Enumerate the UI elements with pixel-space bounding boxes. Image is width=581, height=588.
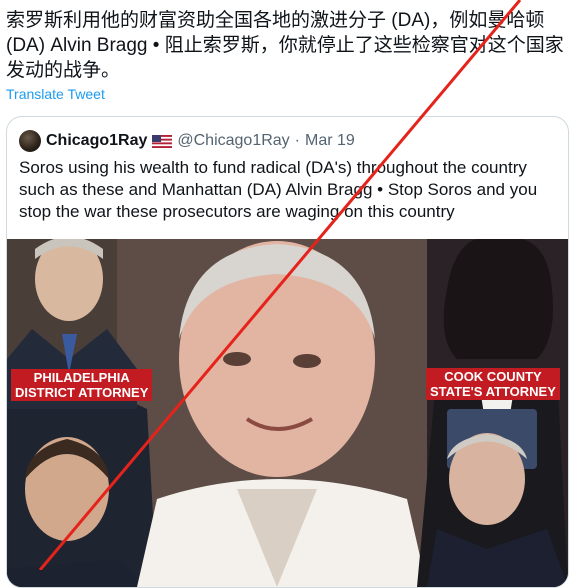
label-philadelphia-district-attorney: PHILADELPHIA DISTRICT ATTORNEY [11,369,153,401]
quoted-tweet-card[interactable]: Chicago1Ray @Chicago1Ray · Mar 19 Soros … [6,116,569,588]
us-flag-icon [152,134,173,148]
label-line: DISTRICT ATTORNEY [15,385,149,400]
tweet-image[interactable]: PHILADELPHIA DISTRICT ATTORNEY COOK COUN… [7,239,568,587]
image-collage [7,239,568,587]
profile-avatar[interactable] [19,130,41,152]
separator-dot: · [294,132,300,149]
label-line: PHILADELPHIA [33,370,130,385]
label-line: STATE'S ATTORNEY [430,384,556,399]
quoted-tweet-header: Chicago1Ray @Chicago1Ray · Mar 19 [19,129,355,153]
translate-tweet-link[interactable]: Translate Tweet [6,86,105,102]
author-handle[interactable]: @Chicago1Ray [177,132,289,150]
tweet-text: 索罗斯利用他的财富资助全国各地的激进分子 (DA)，例如曼哈顿 (DA) Alv… [6,10,564,81]
author-name[interactable]: Chicago1Ray [46,132,147,150]
label-cook-county-states-attorney: COOK COUNTY STATE'S ATTORNEY [426,368,560,400]
label-line: COOK COUNTY [444,369,542,384]
tweet-date[interactable]: Mar 19 [305,132,355,150]
quoted-tweet-text: Soros using his wealth to fund radical (… [19,158,538,221]
